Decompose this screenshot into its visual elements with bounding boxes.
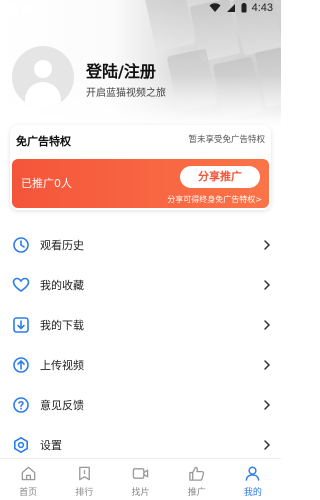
settings-icon [12, 436, 30, 454]
clock: 4:43 [251, 2, 273, 14]
notification-icon [22, 4, 31, 13]
feedback-icon [12, 396, 30, 414]
ranking-icon [78, 466, 90, 481]
chevron-right-icon [264, 360, 271, 370]
tab-label: 找片 [131, 488, 150, 498]
chevron-right-icon [264, 440, 271, 450]
share-promotion-button[interactable]: 分享推广 [180, 166, 260, 188]
profile-menu: 观看历史 我的收藏 我的下载 上传视频 意见反馈 设置 [0, 225, 281, 465]
tab-ranking[interactable]: 排行 [56, 459, 112, 500]
avatar[interactable] [12, 46, 74, 108]
promotion-tip-link[interactable]: 分享可得终身免广告特权> [167, 194, 262, 205]
tab-label: 推广 [187, 488, 206, 498]
avatar-body [25, 82, 61, 108]
menu-item-label: 我的下载 [40, 319, 84, 332]
tab-find-video[interactable]: 找片 [112, 459, 168, 500]
menu-item-label: 设置 [40, 439, 62, 452]
tab-label: 排行 [75, 488, 94, 498]
menu-item-favorites[interactable]: 我的收藏 [0, 265, 281, 305]
menu-item-history[interactable]: 观看历史 [0, 225, 281, 265]
thumbs-up-icon [189, 466, 205, 481]
chevron-right-icon [264, 240, 271, 250]
wifi-icon [209, 3, 221, 12]
user-subtitle: 开启蓝猫视频之旅 [86, 88, 166, 99]
video-icon [132, 468, 149, 479]
menu-item-upload[interactable]: 上传视频 [0, 345, 281, 385]
notification-icons [8, 4, 31, 13]
menu-item-feedback[interactable]: 意见反馈 [0, 385, 281, 425]
chevron-right-icon [264, 400, 271, 410]
history-icon [12, 236, 30, 254]
privilege-title: 免广告特权 [16, 135, 71, 148]
tab-label: 首页 [19, 488, 38, 498]
login-register-link[interactable]: 登陆/注册 [86, 58, 156, 82]
chevron-right-icon [264, 320, 271, 330]
battery-icon [241, 3, 247, 13]
bottom-tab-bar: 首页 排行 找片 推广 我的 [0, 458, 281, 500]
heart-icon [12, 276, 30, 294]
tab-promote[interactable]: 推广 [169, 459, 225, 500]
menu-item-label: 上传视频 [40, 359, 84, 372]
signal-icon [226, 4, 235, 12]
chevron-right-icon [264, 280, 271, 290]
download-icon [12, 316, 30, 334]
menu-item-label: 我的收藏 [40, 279, 84, 292]
privilege-status: 暂未享受免广告特权 [188, 135, 265, 145]
upload-icon [12, 356, 30, 374]
status-bar: 4:43 [0, 0, 281, 18]
promoted-count: 已推广0人 [21, 177, 72, 190]
notification-icon [8, 4, 17, 13]
ad-free-privilege-card: 免广告特权 暂未享受免广告特权 已推广0人 分享推广 分享可得终身免广告特权> [10, 125, 271, 210]
tab-label: 我的 [243, 488, 262, 498]
avatar-head [34, 60, 52, 78]
tab-home[interactable]: 首页 [0, 459, 56, 500]
menu-item-downloads[interactable]: 我的下载 [0, 305, 281, 345]
menu-item-label: 意见反馈 [40, 399, 84, 412]
profile-icon [246, 466, 260, 481]
promotion-banner: 已推广0人 分享推广 分享可得终身免广告特权> [12, 159, 269, 208]
tab-mine[interactable]: 我的 [225, 459, 281, 500]
home-icon [21, 466, 35, 481]
menu-item-label: 观看历史 [40, 239, 84, 252]
